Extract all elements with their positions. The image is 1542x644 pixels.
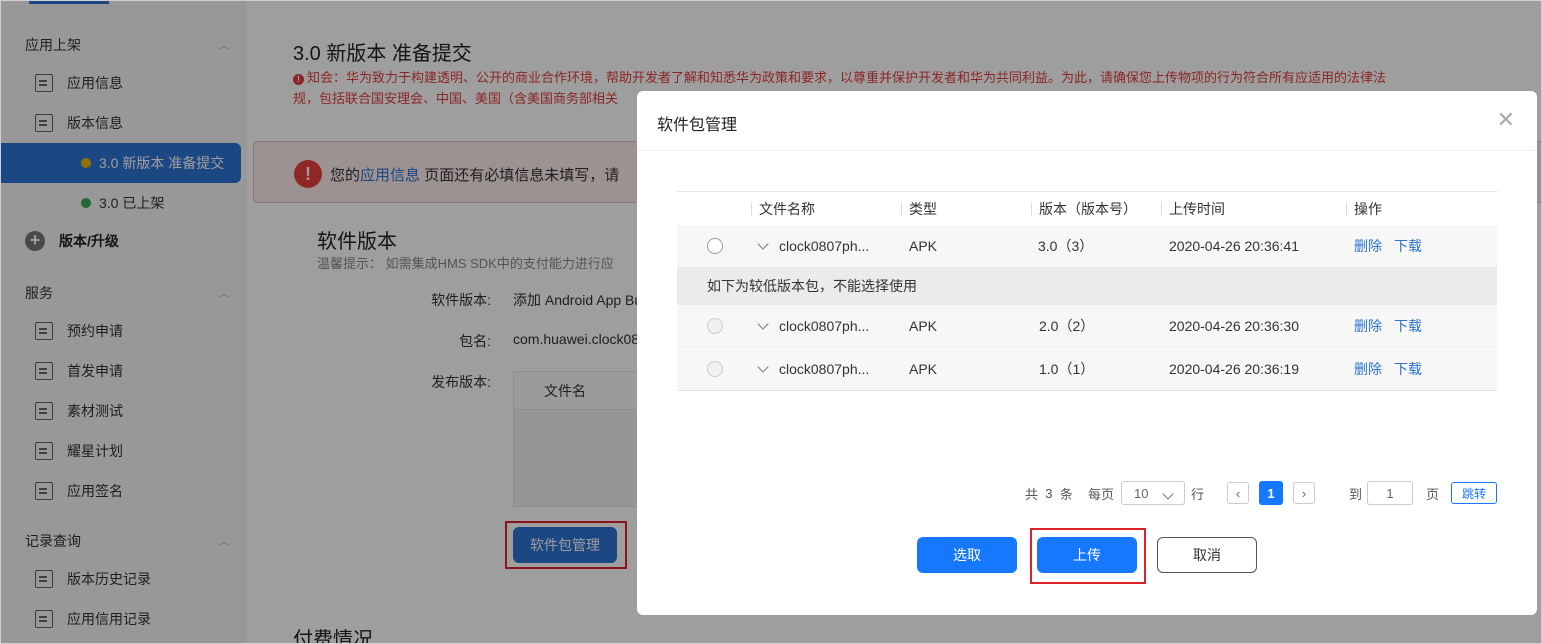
current-page[interactable]: 1 xyxy=(1259,481,1283,505)
total-prefix: 共 xyxy=(1025,486,1039,502)
file-name: clock0807ph... xyxy=(779,317,870,334)
file-version: 2.0（2） xyxy=(1039,317,1095,334)
file-version: 1.0（1） xyxy=(1039,360,1095,377)
upload-time: 2020-04-26 20:36:41 xyxy=(1169,238,1299,254)
next-page-button[interactable]: › xyxy=(1293,482,1315,504)
chevron-down-icon xyxy=(1162,488,1174,500)
lower-version-note-row: 如下为较低版本包，不能选择使用 xyxy=(677,267,1497,305)
cancel-button[interactable]: 取消 xyxy=(1157,537,1257,573)
total-value: 3 xyxy=(1045,485,1053,501)
per-page-label: 每页 xyxy=(1088,486,1115,502)
table-row: clock0807ph... APK 1.0（1） 2020-04-26 20:… xyxy=(677,347,1497,391)
prev-page-button[interactable]: ‹ xyxy=(1227,482,1249,504)
download-link[interactable]: 下载 xyxy=(1394,236,1422,256)
goto-label: 到 xyxy=(1349,486,1363,502)
file-type: APK xyxy=(909,360,938,377)
goto-page-input[interactable]: 1 xyxy=(1367,481,1413,505)
upload-button[interactable]: 上传 xyxy=(1037,537,1137,573)
upload-time: 2020-04-26 20:36:19 xyxy=(1169,360,1299,377)
col-type: 类型 xyxy=(901,192,937,225)
delete-link[interactable]: 删除 xyxy=(1354,359,1382,379)
per-page-select[interactable]: 10 xyxy=(1121,481,1185,505)
table-row: clock0807ph... APK 2.0（2） 2020-04-26 20:… xyxy=(677,305,1497,347)
table-row: clock0807ph... APK 3.0（3） 2020-04-26 20:… xyxy=(677,225,1497,267)
select-radio-disabled xyxy=(707,317,723,334)
file-version: 3.0（3） xyxy=(1038,238,1094,254)
dialog-title: 软件包管理 xyxy=(657,117,738,134)
total-suffix: 条 xyxy=(1059,486,1073,502)
pagination: 共 3 条 每页 10 行 ‹ 1 › 到 1 页 跳转 xyxy=(637,481,1537,505)
download-link[interactable]: 下载 xyxy=(1394,316,1422,336)
select-radio[interactable] xyxy=(707,238,723,254)
delete-link[interactable]: 删除 xyxy=(1354,316,1382,336)
file-type: APK xyxy=(909,317,938,334)
page-label: 页 xyxy=(1426,486,1440,502)
chevron-down-icon[interactable] xyxy=(757,317,769,330)
dialog-header: 软件包管理 ✕ xyxy=(637,91,1537,151)
app-frame: 应用上架 ︿ 应用信息 版本信息 3.0 新版本 准备提交 3.0 已上架 + … xyxy=(0,0,1542,644)
table-header: 文件名称 类型 版本（版本号） 上传时间 操作 xyxy=(677,191,1497,225)
file-name: clock0807ph... xyxy=(779,238,870,254)
col-upload-time: 上传时间 xyxy=(1161,192,1225,225)
file-name: clock0807ph... xyxy=(779,360,870,377)
per-page-value: 10 xyxy=(1134,485,1149,501)
col-version: 版本（版本号） xyxy=(1031,192,1137,225)
col-actions: 操作 xyxy=(1346,192,1382,225)
col-file-name: 文件名称 xyxy=(751,192,815,225)
delete-link[interactable]: 删除 xyxy=(1354,236,1382,256)
package-manage-dialog: 软件包管理 ✕ 文件名称 类型 版本（版本号） 上传时间 操作 clock080… xyxy=(637,91,1537,615)
total-count: 共 3 条 xyxy=(1025,481,1073,505)
lower-version-note: 如下为较低版本包，不能选择使用 xyxy=(707,278,917,294)
chevron-down-icon[interactable] xyxy=(757,238,769,250)
upload-time: 2020-04-26 20:36:30 xyxy=(1169,317,1299,334)
select-radio-disabled xyxy=(707,360,723,377)
file-type: APK xyxy=(909,238,938,254)
close-icon[interactable]: ✕ xyxy=(1497,107,1515,133)
select-button[interactable]: 选取 xyxy=(917,537,1017,573)
download-link[interactable]: 下载 xyxy=(1394,359,1422,379)
jump-button[interactable]: 跳转 xyxy=(1451,482,1497,504)
chevron-down-icon[interactable] xyxy=(757,360,769,373)
row-label: 行 xyxy=(1191,486,1205,502)
